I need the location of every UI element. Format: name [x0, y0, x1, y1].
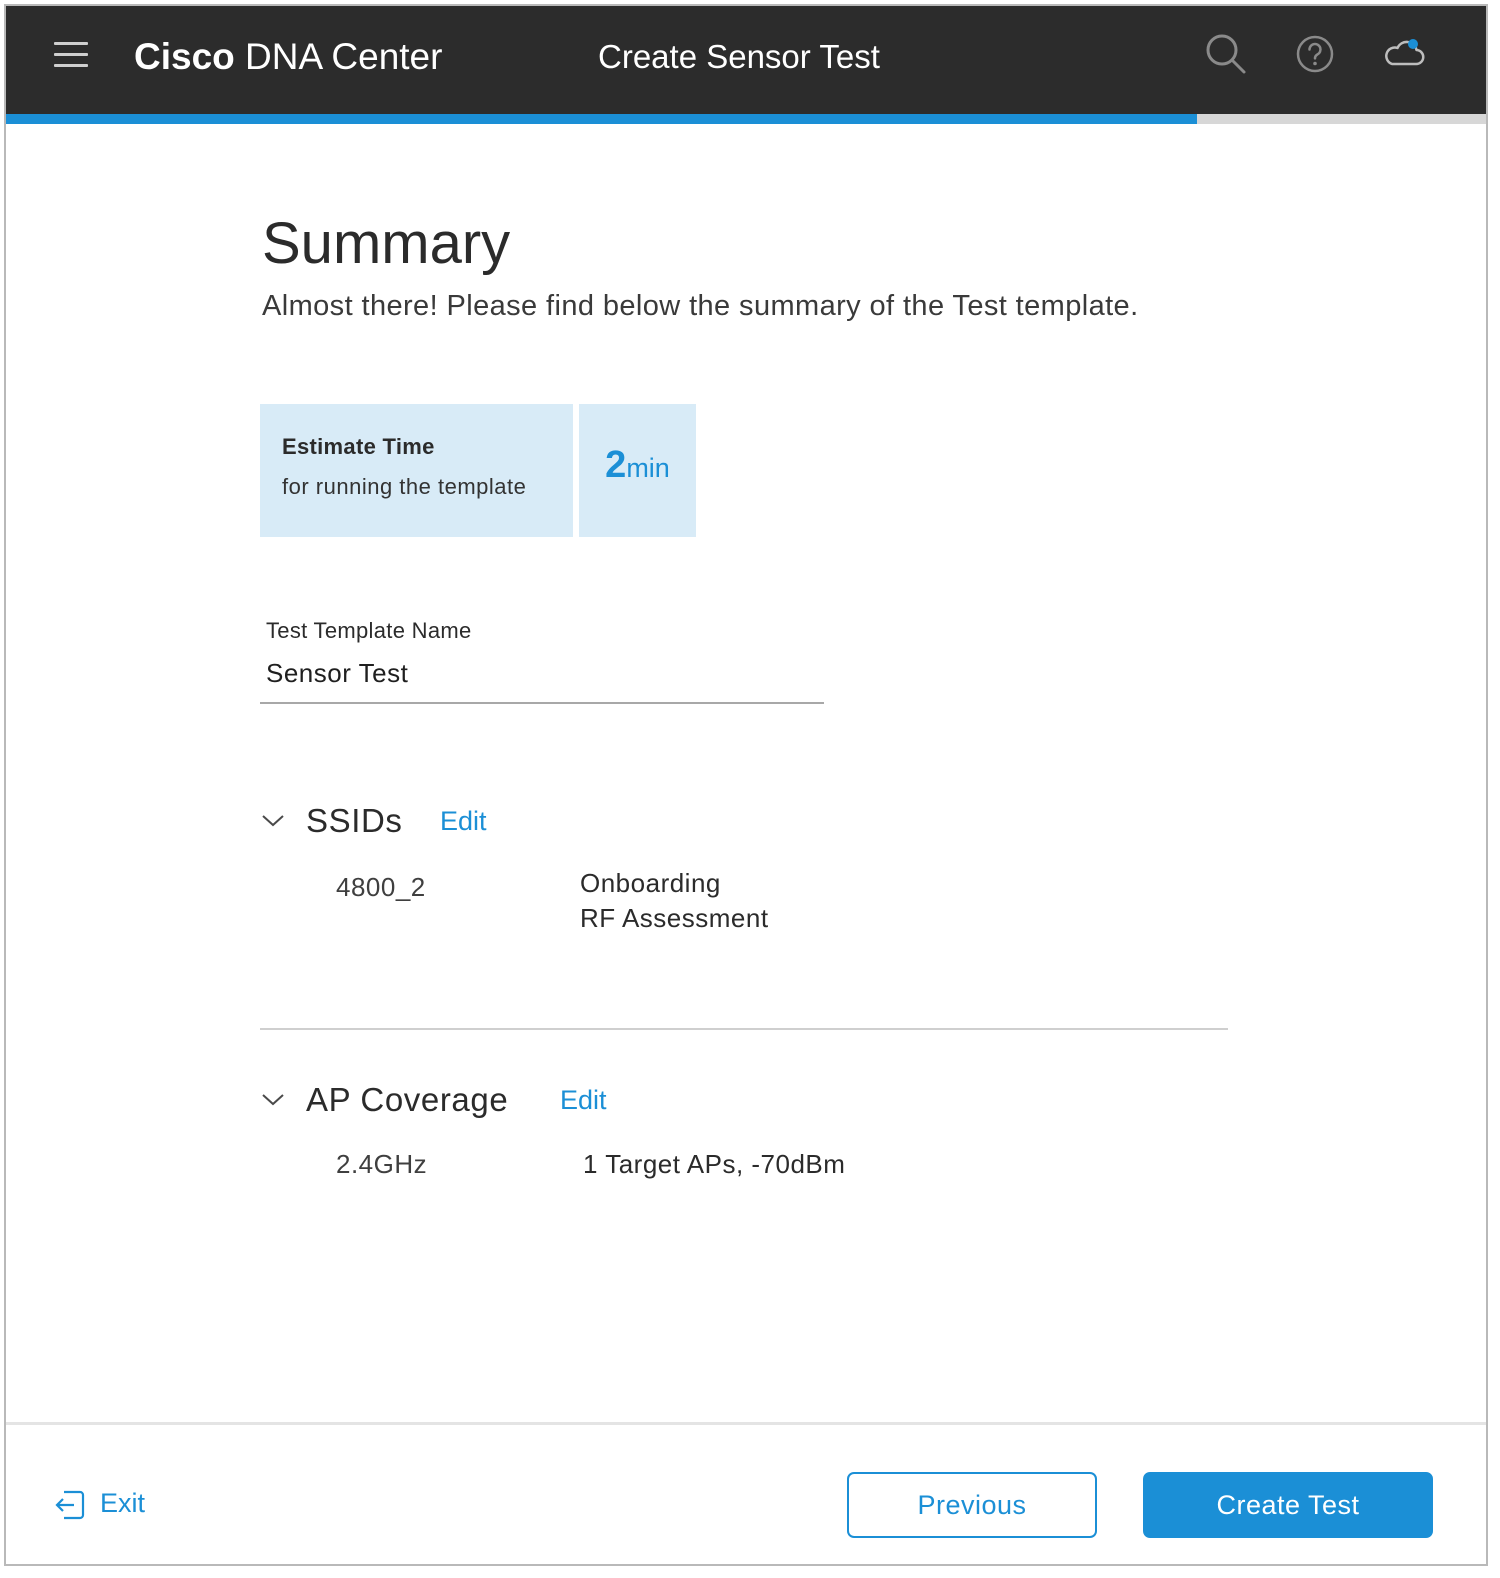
- estimate-time-title: Estimate Time: [282, 434, 435, 459]
- chevron-down-icon[interactable]: [260, 808, 286, 832]
- wizard-progress-fill: [6, 114, 1198, 124]
- chevron-down-icon[interactable]: [260, 1087, 286, 1111]
- section-divider: [260, 1028, 1228, 1030]
- estimate-time-unit: min: [626, 453, 670, 483]
- ssids-section-title: SSIDs: [306, 802, 403, 839]
- wizard-progress-bar: [6, 114, 1486, 124]
- create-test-button[interactable]: Create Test: [1143, 1472, 1433, 1538]
- estimate-time-card: Estimate Time for running the template: [260, 404, 573, 537]
- ssids-edit-link[interactable]: Edit: [440, 806, 487, 837]
- top-header: Cisco DNA Center Create Sensor Test: [6, 6, 1486, 114]
- cloud-notification-icon[interactable]: [1380, 30, 1428, 78]
- template-name-underline: [260, 702, 824, 704]
- ap-coverage-detail: 1 Target APs, -70dBm: [583, 1149, 846, 1179]
- exit-label: Exit: [100, 1488, 146, 1518]
- ssid-test-onboarding: Onboarding: [580, 868, 721, 898]
- app-window: Cisco DNA Center Create Sensor Test Summ…: [4, 4, 1488, 1566]
- ap-coverage-band: 2.4GHz: [336, 1149, 428, 1179]
- exit-icon: [54, 1486, 88, 1524]
- ap-coverage-edit-link[interactable]: Edit: [560, 1085, 607, 1116]
- product-brand: Cisco DNA Center: [134, 36, 442, 78]
- ssid-name: 4800_2: [336, 872, 426, 902]
- footer-divider: [6, 1422, 1486, 1425]
- brand-name-rest: DNA Center: [245, 36, 443, 77]
- estimate-time-value-card: 2min: [579, 404, 696, 537]
- ap-coverage-section-title: AP Coverage: [306, 1081, 509, 1118]
- search-icon[interactable]: [1202, 30, 1250, 78]
- page-subtitle: Almost there! Please find below the summ…: [262, 290, 1139, 322]
- brand-name-bold: Cisco: [134, 36, 235, 77]
- template-name-value: Sensor Test: [266, 658, 409, 688]
- menu-icon[interactable]: [54, 42, 88, 68]
- page-heading: Create Sensor Test: [598, 38, 880, 75]
- previous-button[interactable]: Previous: [847, 1472, 1097, 1538]
- page-title: Summary: [262, 211, 511, 276]
- ssid-test-rf-assessment: RF Assessment: [580, 903, 769, 933]
- estimate-time-value: 2: [605, 444, 627, 486]
- estimate-time-description: for running the template: [282, 474, 527, 499]
- help-icon[interactable]: [1291, 30, 1339, 78]
- template-name-label: Test Template Name: [266, 618, 472, 643]
